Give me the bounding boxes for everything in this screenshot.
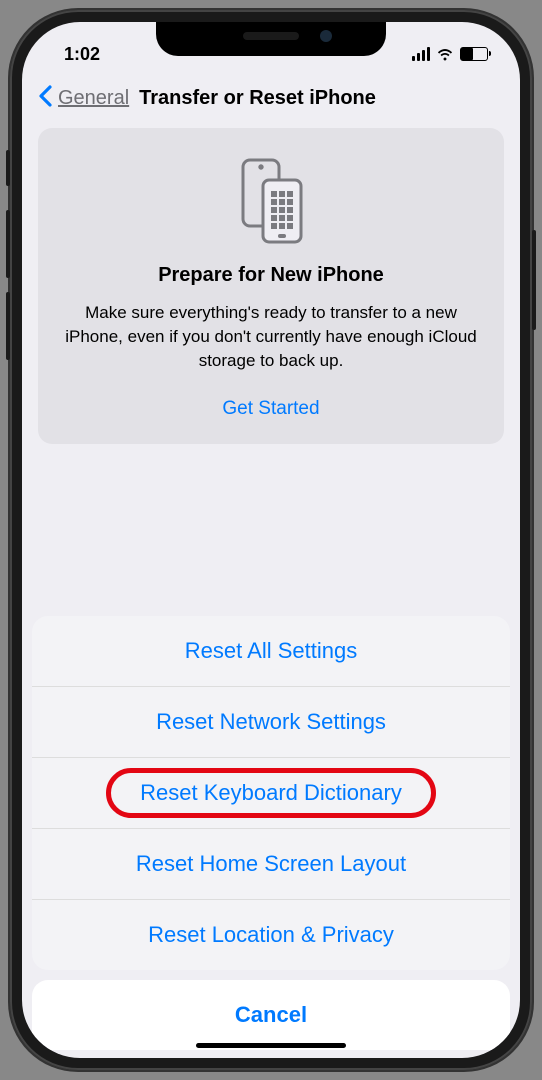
reset-location-privacy[interactable]: Reset Location & Privacy xyxy=(32,900,510,970)
silence-switch xyxy=(6,150,10,186)
front-camera xyxy=(320,30,332,42)
cellular-signal-icon xyxy=(412,47,430,61)
two-phones-icon xyxy=(60,156,482,246)
content-area: Prepare for New iPhone Make sure everyth… xyxy=(22,128,520,444)
sheet-item-label: Reset Home Screen Layout xyxy=(136,851,406,876)
action-sheet: Reset All Settings Reset Network Setting… xyxy=(22,616,520,1058)
cancel-button[interactable]: Cancel xyxy=(32,980,510,1050)
sheet-item-label: Reset Location & Privacy xyxy=(148,922,394,947)
reset-all-settings[interactable]: Reset All Settings xyxy=(32,616,510,687)
wifi-icon xyxy=(436,47,454,61)
reset-home-screen-layout[interactable]: Reset Home Screen Layout xyxy=(32,829,510,900)
home-indicator[interactable] xyxy=(196,1043,346,1048)
prepare-description: Make sure everything's ready to transfer… xyxy=(60,301,482,372)
sheet-item-label: Reset Keyboard Dictionary xyxy=(140,780,402,805)
status-icons xyxy=(412,47,488,61)
reset-keyboard-dictionary[interactable]: Reset Keyboard Dictionary xyxy=(32,758,510,829)
sheet-item-label: Reset Network Settings xyxy=(156,709,386,734)
speaker xyxy=(243,32,299,40)
notch xyxy=(156,22,386,56)
reset-network-settings[interactable]: Reset Network Settings xyxy=(32,687,510,758)
status-time: 1:02 xyxy=(64,44,100,65)
back-button-label[interactable]: General xyxy=(58,87,129,110)
get-started-link[interactable]: Get Started xyxy=(60,398,482,420)
volume-up-button xyxy=(6,210,10,278)
sheet-options: Reset All Settings Reset Network Setting… xyxy=(32,616,510,970)
device-frame: 1:02 General xyxy=(10,10,532,1070)
screen: 1:02 General xyxy=(22,22,520,1058)
sheet-item-label: Reset All Settings xyxy=(185,638,357,663)
prepare-card: Prepare for New iPhone Make sure everyth… xyxy=(38,128,504,444)
page-title: Transfer or Reset iPhone xyxy=(139,87,376,110)
nav-bar: General Transfer or Reset iPhone xyxy=(22,72,520,128)
battery-icon xyxy=(460,47,488,61)
prepare-title: Prepare for New iPhone xyxy=(60,264,482,287)
device-bezel: 1:02 General xyxy=(22,22,520,1058)
volume-down-button xyxy=(6,292,10,360)
back-chevron-icon[interactable] xyxy=(38,84,52,112)
cancel-label: Cancel xyxy=(235,1002,307,1027)
power-button xyxy=(532,230,536,330)
